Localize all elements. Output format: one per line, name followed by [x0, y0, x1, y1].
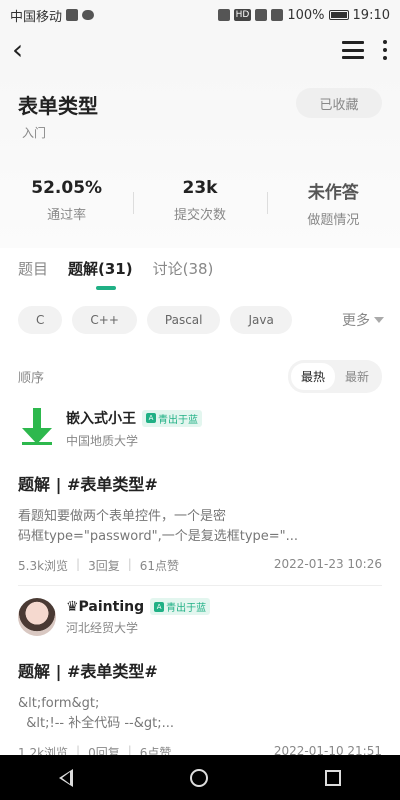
system-back-icon[interactable] [58, 768, 73, 787]
badge-icon: A [146, 413, 156, 423]
author-name[interactable]: ♛Painting [66, 599, 144, 615]
stat-label: 通过率 [47, 208, 87, 223]
page-title: 表单类型 [18, 94, 98, 118]
more-languages-button[interactable]: 更多 [342, 310, 384, 330]
level-badge: A 青出于蓝 [150, 598, 211, 615]
more-vertical-icon[interactable] [382, 40, 388, 60]
author-name-row: ♛Painting A 青出于蓝 [66, 598, 211, 615]
active-tab-indicator [96, 286, 116, 290]
stat-value: 52.05% [31, 178, 103, 198]
carrier-label: 中国移动 [10, 9, 63, 25]
badge-label: 青出于蓝 [166, 603, 207, 614]
lang-chip-java[interactable]: Java [230, 306, 292, 334]
hd-icon: HD [233, 9, 252, 21]
avatar[interactable] [18, 408, 56, 446]
content-panel: 题目 题解(31) 讨论(38) C C++ Pascal Java 更多 顺序… [0, 248, 400, 760]
avatar[interactable] [18, 598, 56, 636]
author-row: 嵌入式小王 A 青出于蓝 中国地质大学 [18, 408, 382, 449]
problem-header: 表单类型 入门 已收藏 52.05% 通过率 23k 提交次数 未作答 做题情况 [0, 70, 400, 248]
stat-label: 做题情况 [307, 213, 360, 228]
signal-icon [271, 9, 284, 21]
tab-discussion[interactable]: 讨论(38) [153, 258, 214, 279]
difficulty-label: 入门 [22, 126, 47, 140]
solution-card[interactable]: ♛Painting A 青出于蓝 河北经贸大学 题解 | #表单类型# &lt;… [18, 598, 382, 761]
status-right: HD 100% 19:10 [217, 7, 390, 23]
badge-icon: A [154, 601, 165, 612]
app-notification-icon [66, 9, 79, 21]
lang-chip-pascal[interactable]: Pascal [146, 306, 221, 334]
tab-solutions[interactable]: 题解(31) [68, 258, 133, 279]
lang-chip-c[interactable]: C [18, 306, 63, 334]
author-name-row: 嵌入式小王 A 青出于蓝 [66, 408, 202, 428]
system-home-icon[interactable] [189, 768, 208, 787]
card-divider [18, 585, 382, 586]
author-row: ♛Painting A 青出于蓝 河北经贸大学 [18, 598, 382, 636]
more-label: 更多 [342, 313, 370, 329]
post-excerpt: &lt;form&gt; &lt;!-- 补全代码 --&gt;... [18, 696, 174, 731]
language-filter: C C++ Pascal Java [18, 306, 292, 334]
sort-label: 顺序 [18, 371, 45, 386]
post-stats: 5.3k浏览 | 3回复 | 61点赞 [18, 557, 179, 574]
message-notification-icon [82, 10, 95, 20]
mute-icon [217, 9, 230, 21]
status-left: 中国移动 [10, 6, 95, 25]
battery-icon [328, 10, 349, 20]
likes-count: 61点赞 [139, 559, 180, 573]
post-meta: 5.3k浏览 | 3回复 | 61点赞 2022-01-23 10:26 [18, 557, 382, 574]
badge-label: 青出于蓝 [158, 414, 198, 426]
author-school: 河北经贸大学 [66, 621, 139, 635]
stat-label: 提交次数 [173, 208, 226, 223]
author-info: ♛Painting A 青出于蓝 河北经贸大学 [66, 598, 211, 636]
stat-value: 23k [182, 178, 218, 198]
separator: | [76, 557, 81, 571]
down-arrow-avatar-icon [22, 408, 52, 445]
sort-new[interactable]: 最新 [335, 363, 379, 390]
clock: 19:10 [352, 7, 390, 23]
post-excerpt: 看题知要做两个表单控件，一个是密 码框type="password",一个是复选… [18, 509, 299, 544]
post-title[interactable]: 题解 | #表单类型# [18, 658, 382, 682]
wifi-icon [255, 9, 268, 21]
system-recents-icon[interactable] [325, 769, 342, 786]
tab-bar: 题目 题解(31) 讨论(38) [18, 258, 213, 279]
separator: | [127, 557, 132, 571]
replies-count: 3回复 [88, 559, 120, 573]
solution-card[interactable]: 嵌入式小王 A 青出于蓝 中国地质大学 题解 | #表单类型# 看题知要做两个表… [18, 408, 382, 574]
system-nav-bar [0, 755, 400, 800]
tab-problem[interactable]: 题目 [18, 258, 48, 279]
post-title[interactable]: 题解 | #表单类型# [18, 471, 382, 495]
sort-hot[interactable]: 最热 [290, 363, 335, 390]
stat-pass-rate: 52.05% 通过率 [0, 178, 133, 228]
author-info: 嵌入式小王 A 青出于蓝 中国地质大学 [66, 408, 202, 449]
author-school: 中国地质大学 [66, 434, 139, 448]
lang-chip-cpp[interactable]: C++ [72, 306, 137, 334]
back-arrow-icon[interactable]: ‹ [12, 36, 42, 64]
views-count: 5.3k浏览 [18, 559, 69, 573]
status-bar: 中国移动 HD 100% 19:10 [0, 0, 400, 30]
chevron-down-icon [374, 317, 384, 323]
stats-row: 52.05% 通过率 23k 提交次数 未作答 做题情况 [0, 178, 400, 228]
author-name[interactable]: 嵌入式小王 [66, 408, 136, 428]
battery-percent: 100% [287, 7, 325, 23]
stat-status: 未作答 做题情况 [266, 178, 400, 228]
favorite-button[interactable]: 已收藏 [296, 88, 382, 118]
stat-submissions: 23k 提交次数 [133, 178, 266, 228]
sort-toggle: 最热 最新 [287, 360, 382, 393]
menu-icon[interactable] [342, 41, 364, 59]
post-time: 2022-01-23 10:26 [273, 557, 382, 571]
top-nav: ‹ [0, 30, 400, 70]
level-badge: A 青出于蓝 [142, 409, 202, 427]
stat-value: 未作答 [307, 183, 359, 203]
sort-row: 顺序 最热 最新 [18, 360, 382, 393]
nav-actions [342, 40, 388, 60]
